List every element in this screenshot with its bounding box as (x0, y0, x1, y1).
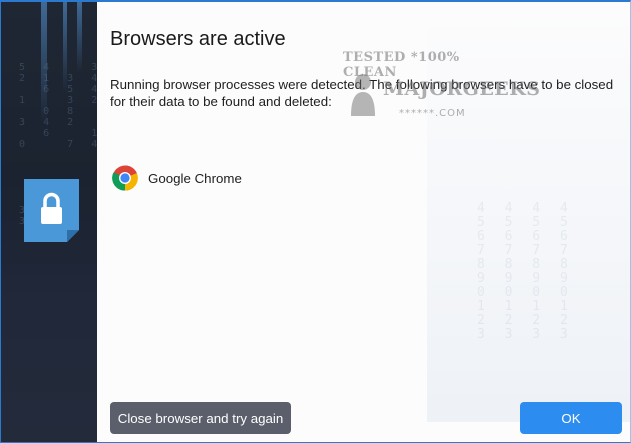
browser-name: Google Chrome (148, 170, 242, 186)
browser-list-item: Google Chrome (112, 165, 242, 191)
watermark-figure-icon (351, 74, 375, 116)
chrome-icon (112, 165, 138, 191)
watermark-logo: TESTED *100% CLEAN MAJORGEEKS ******.COM (343, 50, 540, 132)
watermark-line3: ******.COM (399, 108, 466, 119)
close-browser-try-again-button[interactable]: Close browser and try again (110, 402, 291, 434)
dialog-window: 5 4 3 2 1 3 4 6 5 4 1 3 2 0 8 3 4 2 6 1 … (0, 0, 631, 443)
watermark-line2: MAJORGEEKS (383, 78, 541, 100)
sidebar: 5 4 3 2 1 3 4 6 5 4 1 3 2 0 8 3 4 2 6 1 … (1, 2, 97, 442)
dialog-content: 4 4 4 4 5 5 5 5 6 6 6 6 7 7 7 7 8 8 8 8 … (97, 2, 630, 442)
background-digit-pattern: 4 4 4 4 5 5 5 5 6 6 6 6 7 7 7 7 8 8 8 8 … (477, 201, 574, 342)
lock-icon (24, 179, 79, 242)
dialog-title: Browsers are active (110, 28, 286, 50)
ok-button[interactable]: OK (520, 402, 622, 434)
